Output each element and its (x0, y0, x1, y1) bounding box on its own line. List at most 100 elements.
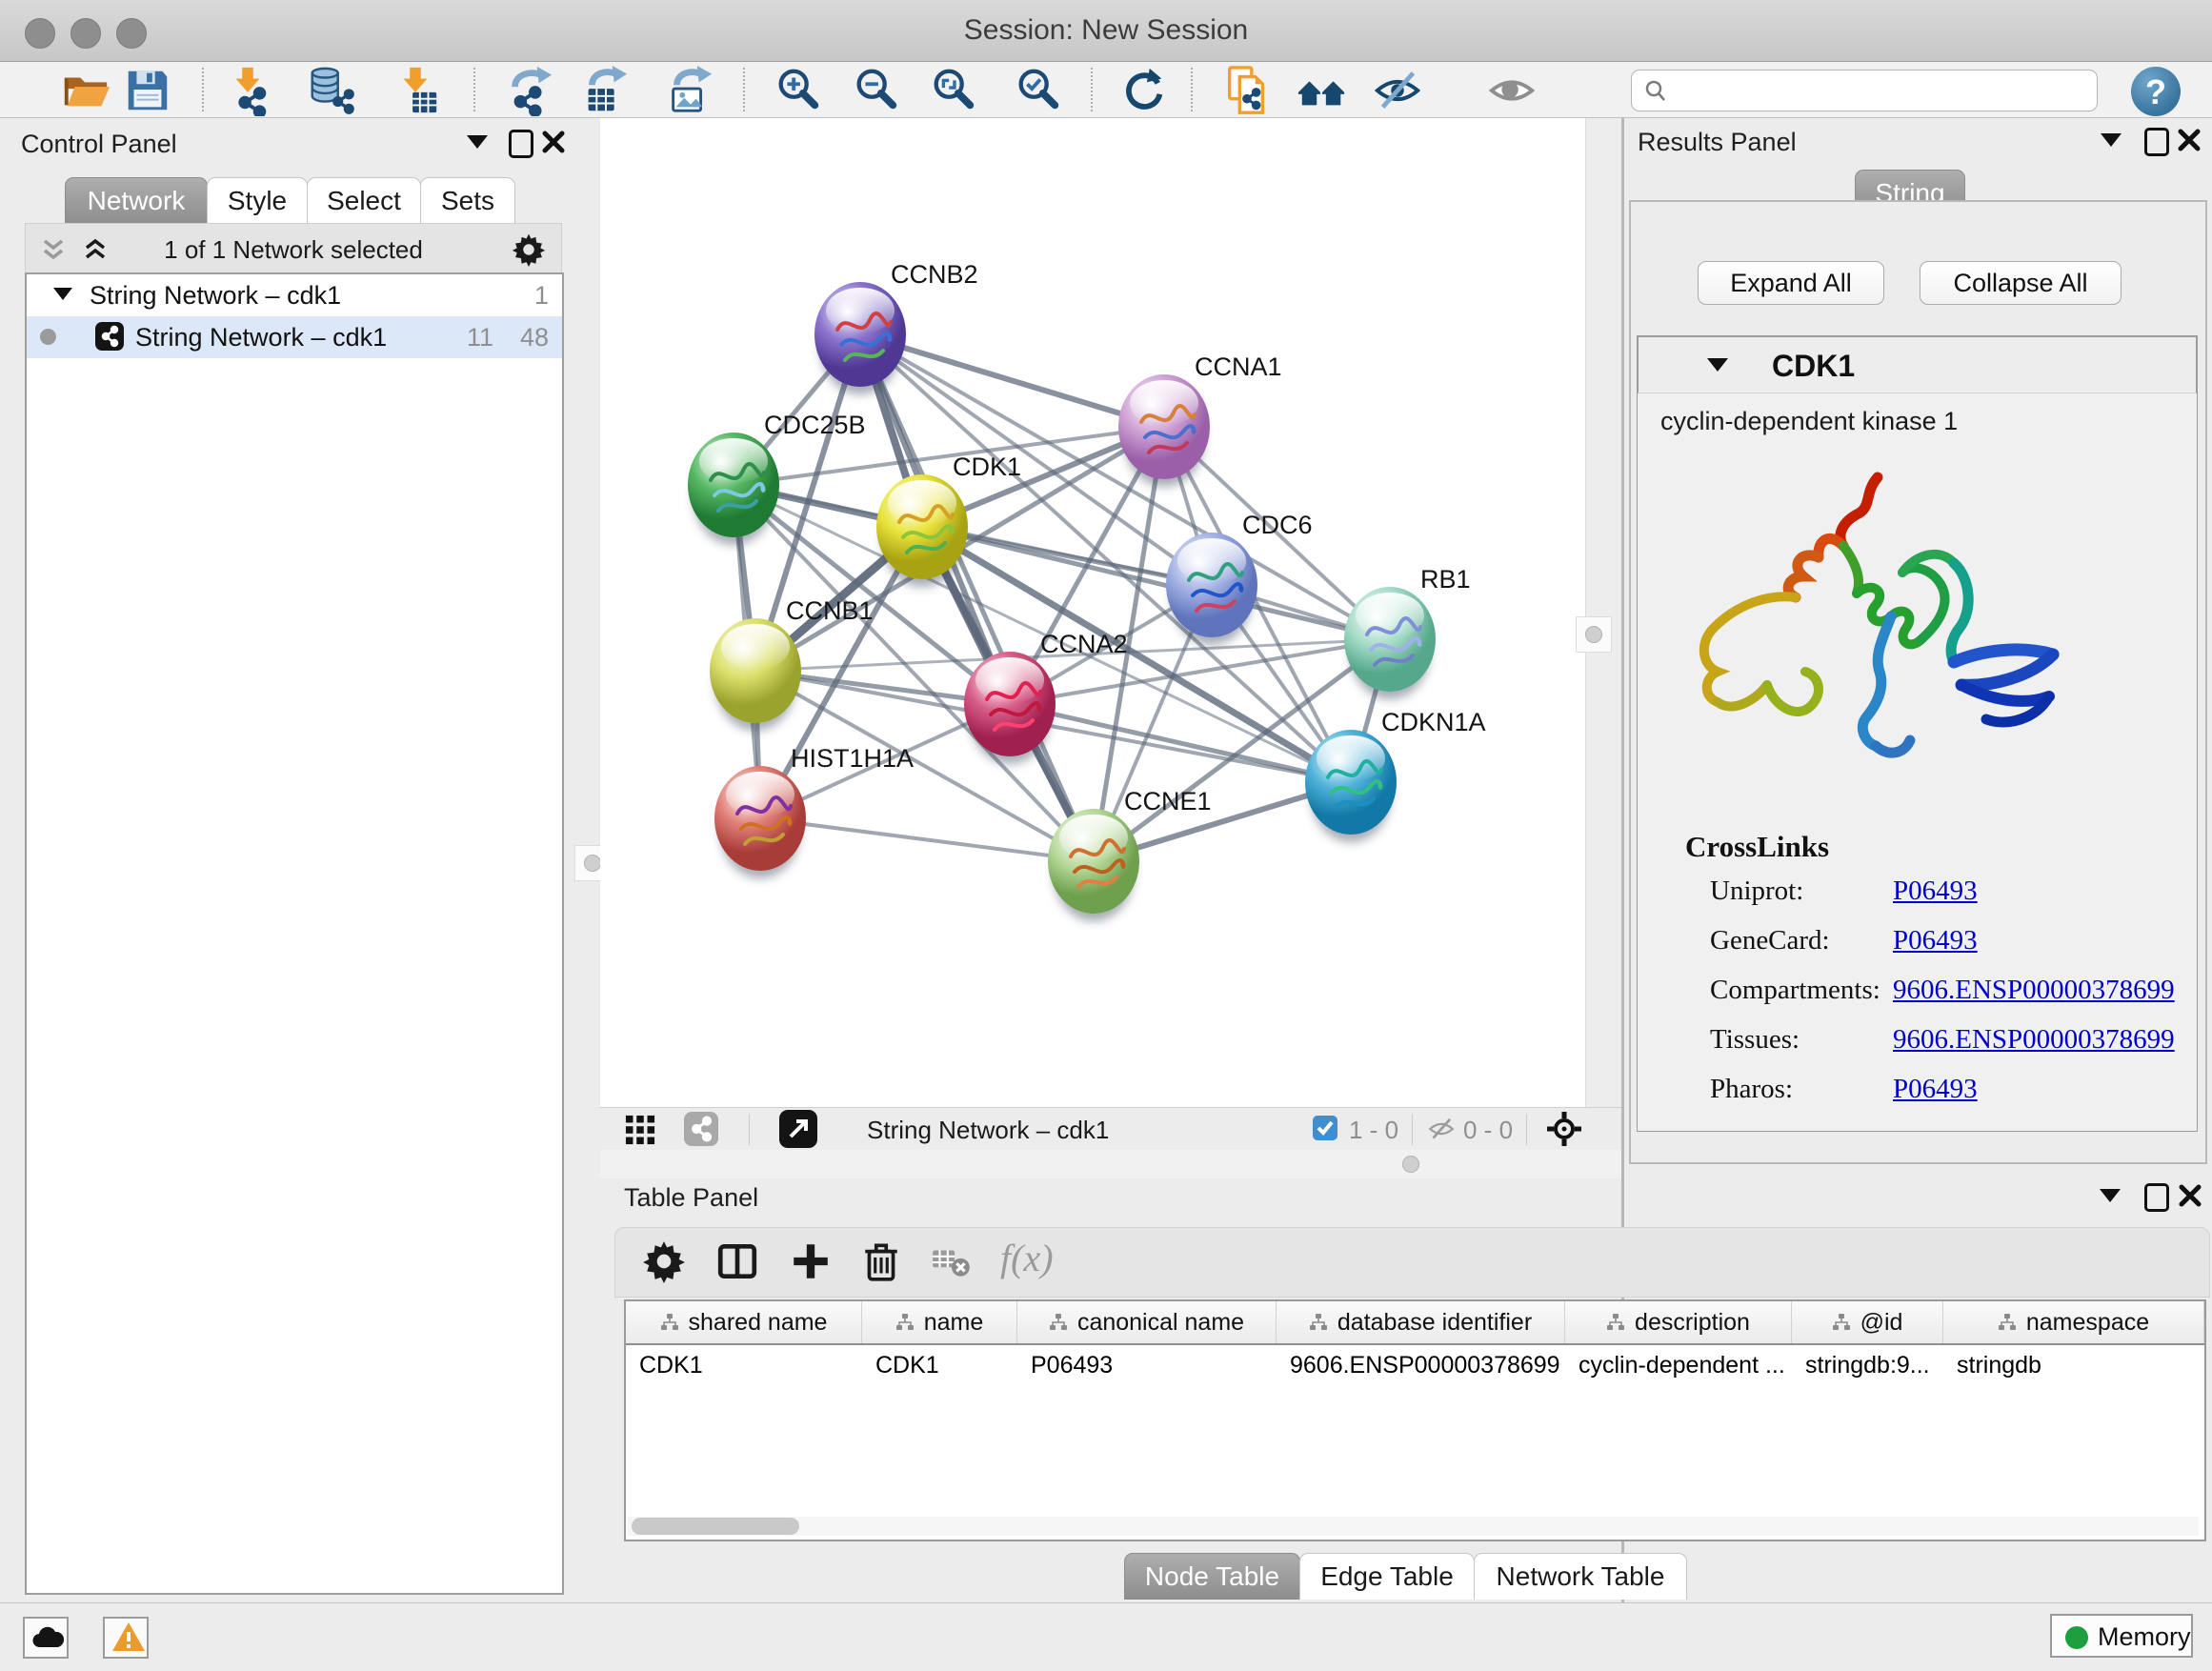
horizontal-splitter-handle[interactable] (1402, 1156, 1419, 1173)
tab-edge-table[interactable]: Edge Table (1299, 1553, 1475, 1600)
panel-undock-icon[interactable] (2144, 128, 2169, 156)
section-expander-icon[interactable] (1707, 358, 1728, 372)
cloud-status-button[interactable] (23, 1617, 69, 1659)
import-table-icon[interactable] (390, 65, 441, 116)
column-header[interactable]: @id (1792, 1301, 1943, 1343)
birdseye-icon[interactable] (1545, 1110, 1583, 1148)
node-CCNA1[interactable] (1118, 374, 1210, 479)
crosslink-value[interactable]: 9606.ENSP00000378699 (1893, 1024, 2175, 1055)
table-horizontal-scrollbar[interactable] (628, 1517, 2199, 1536)
table-toolbar: f(x) (614, 1227, 2210, 1298)
zoom-out-icon[interactable] (851, 65, 902, 116)
show-columns-icon[interactable] (715, 1239, 759, 1283)
cell-canonical-name[interactable]: P06493 (1017, 1345, 1277, 1385)
search-input[interactable] (1676, 72, 2089, 107)
export-table-icon[interactable] (579, 65, 631, 116)
panel-close-icon[interactable] (2177, 128, 2202, 152)
import-network-icon[interactable] (222, 65, 273, 116)
column-header[interactable]: shared name (626, 1301, 862, 1343)
panel-float-icon[interactable] (2100, 1189, 2121, 1202)
expand-all-button[interactable]: Expand All (1698, 261, 1884, 305)
cell-description[interactable]: cyclin-dependent ... (1565, 1345, 1792, 1385)
network-canvas[interactable]: CCNB2CCNA1CDC25BCDK1CDC6RB1CCNB1CCNA2CDK… (600, 118, 1621, 1107)
selected-checkbox-icon[interactable] (1313, 1116, 1337, 1140)
share-view-icon[interactable] (684, 1112, 718, 1146)
open-in-window-icon[interactable] (779, 1110, 817, 1148)
tab-sets[interactable]: Sets (420, 177, 515, 224)
table-row[interactable]: CDK1 CDK1 P06493 9606.ENSP00000378699 cy… (626, 1345, 2204, 1385)
protein-section-header[interactable]: CDK1 (1638, 336, 2197, 393)
edge-CCNA2-CDKN1A[interactable] (1010, 704, 1351, 782)
column-header[interactable]: namespace (1943, 1301, 2204, 1343)
column-header[interactable]: database identifier (1277, 1301, 1565, 1343)
open-session-icon[interactable] (60, 65, 111, 116)
node-CCNA2[interactable] (964, 652, 1056, 756)
network-row-selected[interactable]: String Network – cdk1 11 48 (27, 316, 562, 358)
zoom-fit-icon[interactable] (928, 65, 979, 116)
refresh-icon[interactable] (1118, 65, 1170, 116)
edge-HIST1H1A-CCNE1[interactable] (760, 818, 1094, 861)
network-collection-row[interactable]: String Network – cdk1 1 (27, 274, 562, 316)
edge-CCNB2-CCNE1[interactable] (860, 334, 1094, 861)
show-all-networks-icon[interactable] (1297, 65, 1348, 116)
function-builder-icon[interactable]: f(x) (1000, 1236, 1054, 1280)
cell-id[interactable]: stringdb:9... (1792, 1345, 1943, 1385)
cell-namespace[interactable]: stringdb (1943, 1345, 2204, 1385)
export-image-icon[interactable] (664, 65, 715, 116)
cell-name[interactable]: CDK1 (862, 1345, 1017, 1385)
node-CDKN1A[interactable] (1305, 730, 1397, 835)
export-network-icon[interactable] (504, 65, 555, 116)
node-HIST1H1A[interactable] (714, 766, 806, 871)
grid-view-icon[interactable] (625, 1115, 655, 1145)
node-RB1[interactable] (1344, 587, 1436, 692)
hide-selected-eye-icon[interactable] (1372, 65, 1423, 116)
zoom-in-icon[interactable] (773, 65, 824, 116)
horizontal-splitter[interactable] (600, 1150, 1621, 1178)
import-network-from-database-icon[interactable] (305, 65, 356, 116)
network-options-gear-icon[interactable] (512, 232, 546, 267)
cell-shared-name[interactable]: CDK1 (626, 1345, 862, 1385)
panel-float-icon[interactable] (2101, 133, 2122, 147)
right-splitter-handle[interactable] (1576, 616, 1612, 653)
node-CDC6[interactable] (1166, 533, 1257, 637)
column-header[interactable]: canonical name (1017, 1301, 1277, 1343)
tab-style[interactable]: Style (207, 177, 308, 224)
tab-node-table[interactable]: Node Table (1124, 1553, 1300, 1600)
panel-undock-icon[interactable] (509, 130, 533, 158)
crosslink-label: Compartments: (1710, 975, 1893, 1006)
column-header[interactable]: description (1565, 1301, 1792, 1343)
panel-float-icon[interactable] (467, 135, 488, 149)
crosslink-value[interactable]: P06493 (1893, 876, 1978, 906)
cell-database-identifier[interactable]: 9606.ENSP00000378699 (1277, 1345, 1565, 1385)
table-settings-gear-icon[interactable] (642, 1239, 686, 1283)
selected-counts: 1 - 0 (1349, 1116, 1398, 1145)
node-CDK1[interactable] (876, 474, 968, 579)
crosslink-value[interactable]: P06493 (1893, 1074, 1978, 1104)
node-CCNB1[interactable] (710, 618, 801, 723)
tree-expander-icon[interactable] (53, 288, 72, 300)
zoom-selected-icon[interactable] (1013, 65, 1064, 116)
panel-undock-icon[interactable] (2144, 1183, 2169, 1212)
crosslink-value[interactable]: 9606.ENSP00000378699 (1893, 975, 2175, 1005)
tab-select[interactable]: Select (307, 177, 421, 224)
copy-network-icon[interactable] (1221, 65, 1273, 116)
scrollbar-thumb[interactable] (632, 1518, 799, 1535)
help-button[interactable]: ? (2131, 67, 2181, 116)
show-eye-icon[interactable] (1486, 65, 1538, 116)
node-CCNB2[interactable] (814, 282, 906, 387)
tab-network[interactable]: Network (65, 177, 208, 224)
delete-column-trash-icon[interactable] (859, 1239, 903, 1283)
save-session-icon[interactable] (122, 65, 173, 116)
crosslink-value[interactable]: P06493 (1893, 925, 1978, 956)
collapse-all-button[interactable]: Collapse All (1920, 261, 2122, 305)
memory-button[interactable]: Memory (2050, 1614, 2193, 1658)
panel-close-icon[interactable] (541, 130, 566, 154)
tab-network-table[interactable]: Network Table (1474, 1553, 1687, 1600)
node-CDC25B[interactable] (688, 433, 779, 537)
add-column-icon[interactable] (789, 1239, 833, 1283)
warning-status-button[interactable] (103, 1617, 149, 1659)
node-CCNE1[interactable] (1048, 809, 1139, 914)
column-header[interactable]: name (862, 1301, 1017, 1343)
panel-close-icon[interactable] (2178, 1183, 2202, 1208)
delete-table-icon[interactable] (930, 1239, 974, 1283)
